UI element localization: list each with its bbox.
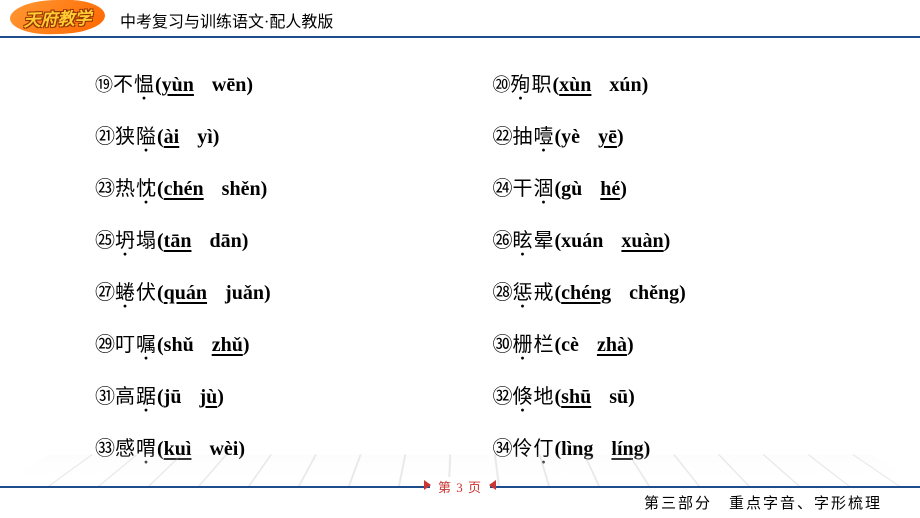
pinyin-option-2: juǎn [225,280,264,306]
chinese-chars: 高踞 [115,384,157,410]
entry-number: ⑲ [95,74,113,97]
pinyin-option-2: chěng [629,280,679,306]
chinese-chars: 坍塌 [115,228,157,254]
vocab-entry: ㉚栅栏(cèzhà) [493,332,861,358]
entry-number: ㉕ [95,228,115,254]
pinyin-option-1: shǔ [164,332,194,358]
pinyin-option-2: sū [609,384,628,410]
chinese-chars: 惩戒 [513,280,555,306]
vocab-entry: ㉕坍塌(tāndān) [95,228,463,254]
entry-number: ㉘ [493,280,513,306]
entry-number: ⑳ [493,74,511,97]
entry-number: ㉑ [95,124,115,150]
pinyin-option-1: xùn [559,72,591,98]
pinyin-option-1: jū [164,384,182,410]
vocab-entry: ㉒抽噎(yèyē) [493,124,861,150]
pinyin-option-2: yē [598,124,617,150]
chinese-chars: 眩晕 [513,228,555,254]
entry-number: ㉜ [493,384,513,410]
chinese-chars: 叮嘱 [115,332,157,358]
chinese-chars: 殉职 [511,72,553,98]
footer-section-title: 第三部分 重点字音、字形梳理 [644,492,882,513]
pinyin-option-1: shū [561,384,591,410]
entry-number: ㉙ [95,332,115,358]
vocab-entry: ㉙叮嘱(shǔzhǔ) [95,332,463,358]
vocab-entry: ㉗蜷伏(quánjuǎn) [95,280,463,306]
pinyin-option-1: tān [164,228,192,254]
vocab-entry: ㉘惩戒(chéngchěng) [493,280,861,306]
pinyin-option-2: xún [609,72,641,98]
chinese-chars: 倏地 [513,384,555,410]
header: 天府教学 中考复习与训练语文·配人教版 [0,0,920,38]
pinyin-option-2: zhǔ [212,332,243,358]
chinese-chars: 狭隘 [115,124,157,150]
logo: 天府教学 [9,0,105,36]
pinyin-option-1: ài [164,124,180,150]
vocab-entry: ㉖眩晕(xuánxuàn) [493,228,861,254]
pinyin-option-1: chén [164,176,204,202]
pinyin-option-2: shěn [222,176,261,202]
pinyin-option-1: xuán [561,228,603,254]
pinyin-option-1: quán [164,280,207,306]
chinese-chars: 栅栏 [513,332,555,358]
pinyin-option-2: dān [209,228,241,254]
pinyin-option-2: yì [197,124,213,150]
vocab-entry: ㉜倏地(shūsū) [493,384,861,410]
vocab-entry: ㉑狭隘(àiyì) [95,124,463,150]
pinyin-option-2: zhà [597,332,627,358]
chinese-chars: 干涸 [513,176,555,202]
entry-number: ㉚ [493,332,513,358]
entry-number: ㉓ [95,176,115,202]
entry-number: ㉖ [493,228,513,254]
entry-number: ㉛ [95,384,115,410]
vocab-entry: ⑳殉职(xùnxún) [493,72,861,98]
entry-number: ㉒ [493,124,513,150]
chinese-chars: 抽噎 [513,124,555,150]
pinyin-option-1: gù [561,176,582,202]
chinese-chars: 蜷伏 [115,280,157,306]
content-grid: ⑲不愠(yùnwēn) ⑳殉职(xùnxún) ㉑狭隘(àiyì) ㉒抽噎(yèyē)… [95,72,860,462]
pinyin-option-1: cè [561,332,579,358]
entry-number: ㉗ [95,280,115,306]
pinyin-option-1: yè [561,124,580,150]
vocab-entry: ㉓热忱(chénshěn) [95,176,463,202]
vocab-entry: ⑲不愠(yùnwēn) [95,72,463,98]
chinese-chars: 热忱 [115,176,157,202]
footer: 第 3 页 第三部分 重点字音、字形梳理 [0,460,920,518]
vocab-entry: ㉛高踞(jūjù) [95,384,463,410]
chinese-chars: 不愠 [113,72,155,98]
header-title: 中考复习与训练语文·配人教版 [120,8,333,32]
vocab-entry: ㉔干涸(gùhé) [493,176,861,202]
pinyin-option-2: xuàn [621,228,663,254]
pinyin-option-2: wēn [212,72,246,98]
pinyin-option-2: hé [600,176,620,202]
entry-number: ㉔ [493,176,513,202]
logo-text: 天府教学 [23,3,92,30]
pinyin-option-2: jù [199,384,217,410]
pinyin-option-1: chéng [561,280,611,306]
pinyin-option-1: yùn [162,72,194,98]
page-number: 第 3 页 [430,477,490,496]
